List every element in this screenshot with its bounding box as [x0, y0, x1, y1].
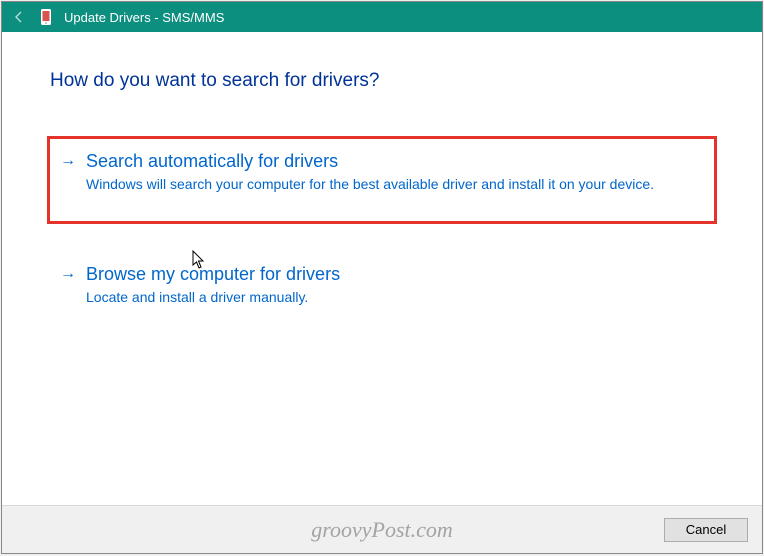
option-body: Browse my computer for drivers Locate an… [86, 262, 698, 306]
title-bar: Update Drivers - SMS/MMS [2, 2, 762, 32]
option-title: Browse my computer for drivers [86, 262, 698, 286]
cancel-button[interactable]: Cancel [664, 518, 748, 542]
option-title: Search automatically for drivers [86, 149, 698, 173]
dialog-heading: How do you want to search for drivers? [50, 70, 714, 92]
arrow-left-icon [12, 10, 26, 24]
option-description: Locate and install a driver manually. [86, 288, 698, 306]
back-icon[interactable] [10, 8, 28, 26]
arrow-right-icon: → [60, 149, 76, 173]
dialog-footer: Cancel [2, 505, 762, 553]
option-description: Windows will search your computer for th… [86, 175, 698, 193]
arrow-right-icon: → [60, 262, 76, 286]
window-title: Update Drivers - SMS/MMS [64, 10, 224, 25]
option-search-automatically[interactable]: → Search automatically for drivers Windo… [47, 136, 717, 224]
dialog-window: Update Drivers - SMS/MMS How do you want… [1, 1, 763, 554]
option-body: Search automatically for drivers Windows… [86, 149, 698, 193]
option-browse-computer[interactable]: → Browse my computer for drivers Locate … [50, 252, 714, 326]
dialog-content: How do you want to search for drivers? →… [2, 32, 762, 505]
device-icon [38, 9, 54, 25]
